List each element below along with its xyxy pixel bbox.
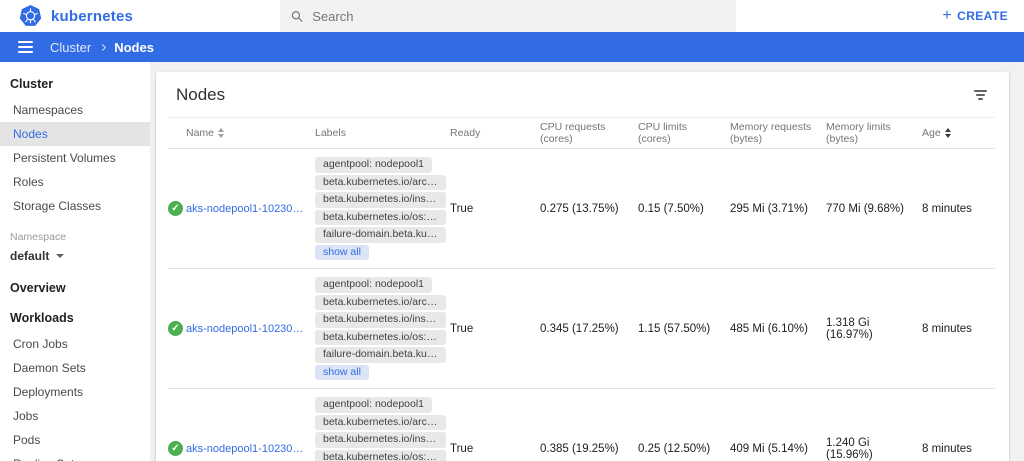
- sidebar-item-pods[interactable]: Pods: [0, 428, 150, 452]
- sidebar-item-nodes[interactable]: Nodes: [0, 122, 150, 146]
- kubernetes-logo-icon: [18, 4, 43, 28]
- namespace-selector[interactable]: default: [0, 246, 150, 272]
- node-name-link[interactable]: aks-nodepool1-10230590-vm...: [186, 443, 307, 455]
- sidebar-item-overview[interactable]: Overview: [0, 272, 150, 302]
- table-row: ✓ aks-nodepool1-10230590-vm... agentpool…: [168, 268, 995, 388]
- node-cpu-limits: 1.15 (57.50%): [638, 323, 730, 335]
- plus-icon: +: [942, 8, 952, 24]
- sidebar-item-persistent-volumes[interactable]: Persistent Volumes: [0, 146, 150, 170]
- node-name-link[interactable]: aks-nodepool1-10230590-vm...: [186, 323, 307, 335]
- column-header-cpu-limits: CPU limits (cores): [638, 121, 730, 145]
- caret-down-icon: [56, 254, 64, 258]
- node-memory-limits: 1.240 Gi (15.96%): [826, 437, 922, 461]
- show-all-button[interactable]: show all: [315, 365, 369, 381]
- node-labels: agentpool: nodepool1 beta.kubernetes.io/…: [315, 269, 450, 388]
- filter-icon[interactable]: [970, 85, 991, 105]
- label-chip: failure-domain.beta.kubernet..: [315, 227, 446, 243]
- column-header-memory-limits: Memory limits (bytes): [826, 121, 922, 145]
- content-area: Cluster Namespaces Nodes Persistent Volu…: [0, 62, 1024, 461]
- node-memory-limits: 1.318 Gi (16.97%): [826, 317, 922, 341]
- show-all-button[interactable]: show all: [315, 245, 369, 261]
- node-ready-value: True: [450, 443, 540, 455]
- node-memory-requests: 409 Mi (5.14%): [730, 443, 826, 455]
- column-header-ready: Ready: [450, 127, 540, 139]
- chevron-right-icon: [99, 44, 106, 51]
- page-title: Nodes: [176, 85, 225, 105]
- node-ready-icon: ✓: [168, 321, 183, 336]
- label-chip: failure-domain.beta.kubernet..: [315, 347, 446, 363]
- search-box: [280, 0, 736, 32]
- label-chip: agentpool: nodepool1: [315, 397, 432, 413]
- label-chip: beta.kubernetes.io/instance-t.: [315, 312, 446, 328]
- sidebar-item-roles[interactable]: Roles: [0, 170, 150, 194]
- node-name-link[interactable]: aks-nodepool1-10230590-vm...: [186, 203, 307, 215]
- node-age: 8 minutes: [922, 443, 995, 455]
- sort-icon: [218, 128, 224, 138]
- sidebar: Cluster Namespaces Nodes Persistent Volu…: [0, 62, 150, 461]
- node-cpu-requests: 0.385 (19.25%): [540, 443, 638, 455]
- table-row: ✓ aks-nodepool1-10230590-vm... agentpool…: [168, 388, 995, 461]
- column-header-labels: Labels: [315, 127, 450, 139]
- label-chip: beta.kubernetes.io/arch: amd.: [315, 175, 446, 191]
- breadcrumb-nodes: Nodes: [114, 40, 154, 55]
- sidebar-item-cluster[interactable]: Cluster: [0, 68, 150, 98]
- label-chip: beta.kubernetes.io/instance-t.: [315, 432, 446, 448]
- node-memory-requests: 295 Mi (3.71%): [730, 203, 826, 215]
- label-chip: beta.kubernetes.io/os: linux: [315, 210, 446, 226]
- node-ready-icon: ✓: [168, 201, 183, 216]
- sort-icon: [945, 128, 951, 138]
- node-cpu-requests: 0.275 (13.75%): [540, 203, 638, 215]
- node-cpu-requests: 0.345 (17.25%): [540, 323, 638, 335]
- sidebar-item-namespaces[interactable]: Namespaces: [0, 98, 150, 122]
- node-ready-value: True: [450, 203, 540, 215]
- breadcrumb-cluster[interactable]: Cluster: [50, 40, 91, 55]
- brand-name: kubernetes: [51, 8, 133, 25]
- breadcrumb-bar: Cluster Nodes: [0, 32, 1024, 62]
- nodes-table: Name Labels Ready CPU requests (cores) C…: [156, 117, 1009, 461]
- sidebar-item-daemon-sets[interactable]: Daemon Sets: [0, 356, 150, 380]
- create-button-label: CREATE: [957, 9, 1008, 23]
- breadcrumb: Cluster Nodes: [50, 40, 154, 55]
- sidebar-item-workloads[interactable]: Workloads: [0, 302, 150, 332]
- node-cpu-limits: 0.15 (7.50%): [638, 203, 730, 215]
- node-ready-icon: ✓: [168, 441, 183, 456]
- column-header-age[interactable]: Age: [922, 127, 995, 139]
- menu-icon[interactable]: [18, 41, 33, 53]
- label-chip: beta.kubernetes.io/os: linux: [315, 450, 446, 461]
- label-chip: beta.kubernetes.io/arch: amd.: [315, 295, 446, 311]
- node-memory-requests: 485 Mi (6.10%): [730, 323, 826, 335]
- sidebar-item-jobs[interactable]: Jobs: [0, 404, 150, 428]
- label-chip: agentpool: nodepool1: [315, 157, 432, 173]
- column-header-cpu-requests: CPU requests (cores): [540, 121, 638, 145]
- node-labels: agentpool: nodepool1 beta.kubernetes.io/…: [315, 149, 450, 268]
- sidebar-item-deployments[interactable]: Deployments: [0, 380, 150, 404]
- search-input[interactable]: [312, 9, 726, 24]
- label-chip: beta.kubernetes.io/instance-t.: [315, 192, 446, 208]
- node-ready-value: True: [450, 323, 540, 335]
- sidebar-item-replica-sets[interactable]: Replica Sets: [0, 452, 150, 461]
- search-icon: [290, 9, 304, 24]
- namespace-value: default: [10, 249, 49, 263]
- node-cpu-limits: 0.25 (12.50%): [638, 443, 730, 455]
- nodes-card: Nodes Name Labels Ready CPU requests (co…: [156, 72, 1009, 461]
- column-header-name[interactable]: Name: [186, 127, 315, 139]
- main-panel: Nodes Name Labels Ready CPU requests (co…: [150, 62, 1024, 461]
- table-header-row: Name Labels Ready CPU requests (cores) C…: [168, 117, 995, 148]
- top-bar: kubernetes + CREATE: [0, 0, 1024, 32]
- card-header: Nodes: [156, 72, 1009, 117]
- label-chip: agentpool: nodepool1: [315, 277, 432, 293]
- sidebar-item-cron-jobs[interactable]: Cron Jobs: [0, 332, 150, 356]
- sidebar-item-storage-classes[interactable]: Storage Classes: [0, 194, 150, 218]
- label-chip: beta.kubernetes.io/os: linux: [315, 330, 446, 346]
- namespace-label: Namespace: [0, 218, 150, 246]
- label-chip: beta.kubernetes.io/arch: amd.: [315, 415, 446, 431]
- node-age: 8 minutes: [922, 323, 995, 335]
- node-age: 8 minutes: [922, 203, 995, 215]
- table-row: ✓ aks-nodepool1-10230590-vm... agentpool…: [168, 148, 995, 268]
- column-header-memory-requests: Memory requests (bytes): [730, 121, 826, 145]
- create-button[interactable]: + CREATE: [926, 0, 1024, 32]
- kubernetes-brand[interactable]: kubernetes: [0, 0, 280, 32]
- node-labels: agentpool: nodepool1 beta.kubernetes.io/…: [315, 389, 450, 461]
- node-memory-limits: 770 Mi (9.68%): [826, 203, 922, 215]
